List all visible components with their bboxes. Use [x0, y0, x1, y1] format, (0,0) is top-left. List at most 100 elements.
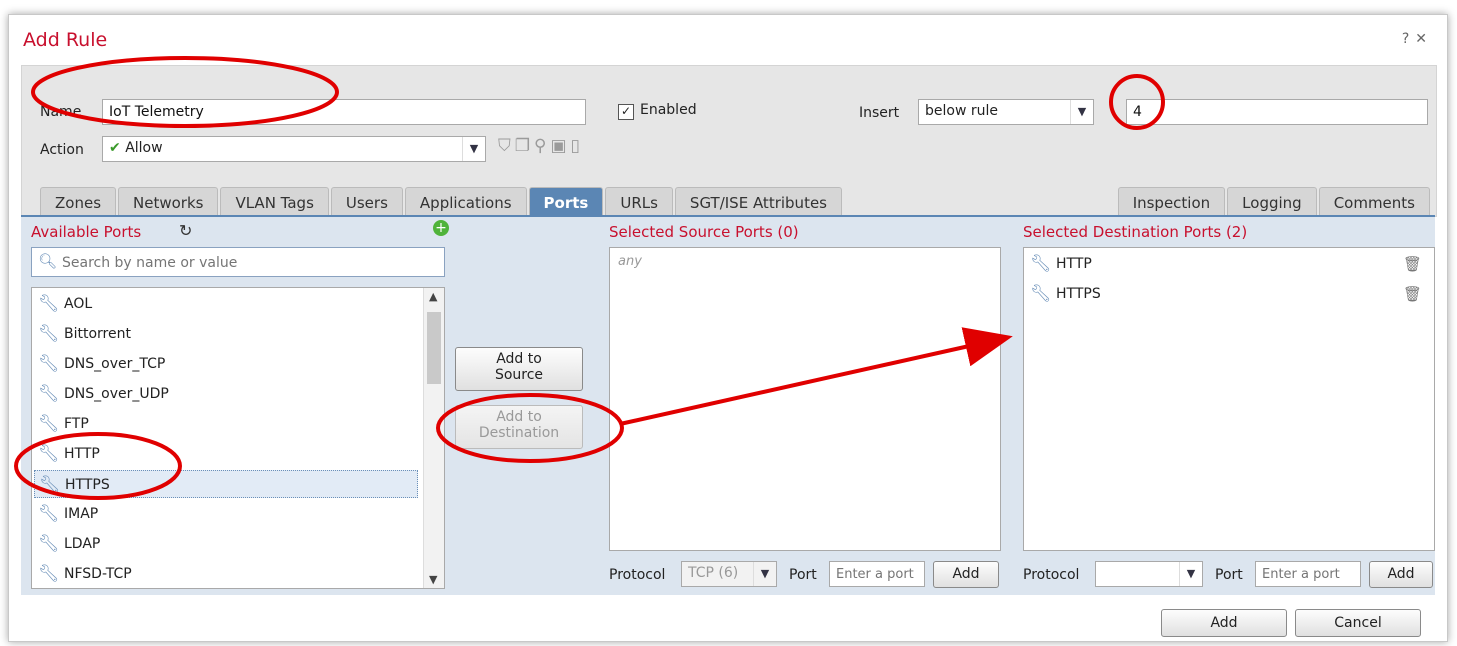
- add-to-source-line1: Add to: [496, 351, 542, 367]
- list-item[interactable]: 🔧︎ NFSD-TCP: [34, 560, 418, 588]
- add-to-source-button[interactable]: Add to Source: [455, 347, 583, 391]
- port-search-field[interactable]: 🔍︎: [31, 247, 445, 277]
- tab-ports[interactable]: Ports: [528, 187, 604, 217]
- chevron-down-icon: ▼: [753, 562, 776, 586]
- tab-vlan-tags[interactable]: VLAN Tags: [220, 187, 329, 217]
- wrench-icon: 🔧︎: [1030, 254, 1052, 274]
- wrench-icon: 🔧︎: [38, 444, 60, 464]
- close-icon[interactable]: ✕: [1415, 31, 1433, 47]
- shield-icon[interactable]: ⛉: [498, 136, 515, 156]
- list-item[interactable]: 🔧︎ IMAP: [34, 500, 418, 528]
- trash-icon[interactable]: 🗑︎: [1403, 280, 1422, 308]
- folder-icon[interactable]: ▣: [550, 136, 570, 156]
- action-select-value: Allow: [125, 140, 163, 156]
- tab-urls[interactable]: URLs: [605, 187, 673, 217]
- action-option-icons: ⛉❐⚲▣▯: [498, 136, 584, 156]
- list-item[interactable]: 🔧︎ HTTPS: [34, 470, 418, 498]
- list-item[interactable]: 🔧︎ HTTP: [34, 440, 418, 468]
- list-item[interactable]: 🔧︎ DNS_over_UDP: [34, 380, 418, 408]
- selected-destination-list: 🔧︎ HTTP 🗑︎ 🔧︎ HTTPS 🗑︎: [1023, 247, 1435, 551]
- list-item[interactable]: 🔧︎ HTTPS 🗑︎: [1026, 280, 1430, 308]
- port-name: HTTPS: [1056, 286, 1101, 302]
- action-select[interactable]: ✔ Allow ▼: [102, 136, 486, 162]
- rule-number-input[interactable]: [1126, 99, 1428, 125]
- user-search-icon[interactable]: ⚲: [534, 136, 550, 156]
- add-rule-dialog: Add Rule ?✕ Name ✓ Enabled Insert below …: [8, 14, 1448, 642]
- source-add-button[interactable]: Add: [933, 561, 999, 588]
- dialog-add-button[interactable]: Add: [1161, 609, 1287, 637]
- port-name: HTTP: [64, 446, 100, 462]
- tab-zones[interactable]: Zones: [40, 187, 117, 217]
- copy-icon[interactable]: ❐: [515, 136, 534, 156]
- tab-comments[interactable]: Comments: [1318, 187, 1430, 217]
- source-protocol-value: TCP (6): [688, 565, 739, 581]
- port-name: HTTP: [1056, 256, 1092, 272]
- wrench-icon: 🔧︎: [38, 564, 60, 584]
- help-icon[interactable]: ?: [1402, 31, 1415, 47]
- list-item[interactable]: 🔧︎ HTTP 🗑︎: [1026, 250, 1430, 278]
- destination-port-label: Port: [1215, 567, 1243, 583]
- destination-add-button[interactable]: Add: [1369, 561, 1433, 588]
- port-search-input[interactable]: [60, 251, 434, 275]
- source-port-input[interactable]: [829, 561, 925, 587]
- wrench-icon: 🔧︎: [38, 324, 60, 344]
- port-name: DNS_over_TCP: [64, 356, 166, 372]
- allow-check-icon: ✔: [109, 140, 121, 156]
- tab-networks[interactable]: Networks: [118, 187, 219, 217]
- trash-icon[interactable]: 🗑︎: [1403, 250, 1422, 278]
- port-name: FTP: [64, 416, 89, 432]
- tab-logging[interactable]: Logging: [1227, 187, 1317, 217]
- scrollbar[interactable]: ▲ ▼: [423, 288, 444, 588]
- refresh-icon[interactable]: ↻: [179, 221, 192, 240]
- tab-bar-right: Inspection Logging Comments: [1117, 187, 1430, 217]
- wrench-icon: 🔧︎: [38, 534, 60, 554]
- scroll-up-icon[interactable]: ▲: [429, 290, 437, 303]
- available-ports-list: 🔧︎ AOL 🔧︎ Bittorrent 🔧︎ DNS_over_TCP 🔧︎ DNS_ove…: [31, 287, 445, 589]
- source-protocol-select[interactable]: TCP (6) ▼: [681, 561, 777, 587]
- add-to-destination-button[interactable]: Add to Destination: [455, 405, 583, 449]
- selected-source-list: any: [609, 247, 1001, 551]
- source-port-label: Port: [789, 567, 817, 583]
- title-controls: ?✕: [1402, 31, 1433, 47]
- list-item[interactable]: 🔧︎ DNS_over_TCP: [34, 350, 418, 378]
- tab-sgt-ise-attributes[interactable]: SGT/ISE Attributes: [674, 187, 842, 217]
- dialog-title: Add Rule: [23, 29, 108, 51]
- source-placeholder: any: [618, 254, 642, 269]
- list-item[interactable]: 🔧︎ LDAP: [34, 530, 418, 558]
- document-icon[interactable]: ▯: [571, 136, 584, 156]
- port-name: NFSD-TCP: [64, 566, 132, 582]
- scrollbar-thumb[interactable]: [427, 312, 441, 384]
- destination-protocol-label: Protocol: [1023, 567, 1080, 583]
- tab-applications[interactable]: Applications: [404, 187, 527, 217]
- selected-destination-title: Selected Destination Ports (2): [1023, 223, 1248, 241]
- port-name: DNS_over_UDP: [64, 386, 169, 402]
- destination-port-input[interactable]: [1255, 561, 1361, 587]
- action-label: Action: [40, 142, 84, 158]
- port-name: HTTPS: [65, 477, 110, 493]
- enabled-label: Enabled: [640, 102, 697, 118]
- dialog-cancel-button[interactable]: Cancel: [1295, 609, 1421, 637]
- enabled-checkbox[interactable]: ✓: [618, 104, 634, 120]
- tab-inspection[interactable]: Inspection: [1117, 187, 1226, 217]
- port-name: Bittorrent: [64, 326, 131, 342]
- scroll-down-icon[interactable]: ▼: [429, 573, 437, 586]
- wrench-icon: 🔧︎: [1030, 284, 1052, 304]
- chevron-down-icon: ▼: [462, 137, 485, 161]
- tab-users[interactable]: Users: [330, 187, 403, 217]
- wrench-icon: 🔧︎: [38, 294, 60, 314]
- port-name: LDAP: [64, 536, 101, 552]
- port-name: IMAP: [64, 506, 99, 522]
- destination-protocol-select[interactable]: ▼: [1095, 561, 1203, 587]
- name-input[interactable]: [102, 99, 586, 125]
- insert-select[interactable]: below rule ▼: [918, 99, 1094, 125]
- search-icon: 🔍︎: [38, 252, 58, 270]
- list-item[interactable]: 🔧︎ Bittorrent: [34, 320, 418, 348]
- list-item[interactable]: 🔧︎ AOL: [34, 290, 418, 318]
- list-item[interactable]: 🔧︎ FTP: [34, 410, 418, 438]
- wrench-icon: 🔧︎: [39, 475, 61, 495]
- source-protocol-label: Protocol: [609, 567, 666, 583]
- name-label: Name: [40, 104, 82, 120]
- add-port-icon[interactable]: +: [433, 220, 449, 236]
- selected-source-title: Selected Source Ports (0): [609, 223, 799, 241]
- wrench-icon: 🔧︎: [38, 354, 60, 374]
